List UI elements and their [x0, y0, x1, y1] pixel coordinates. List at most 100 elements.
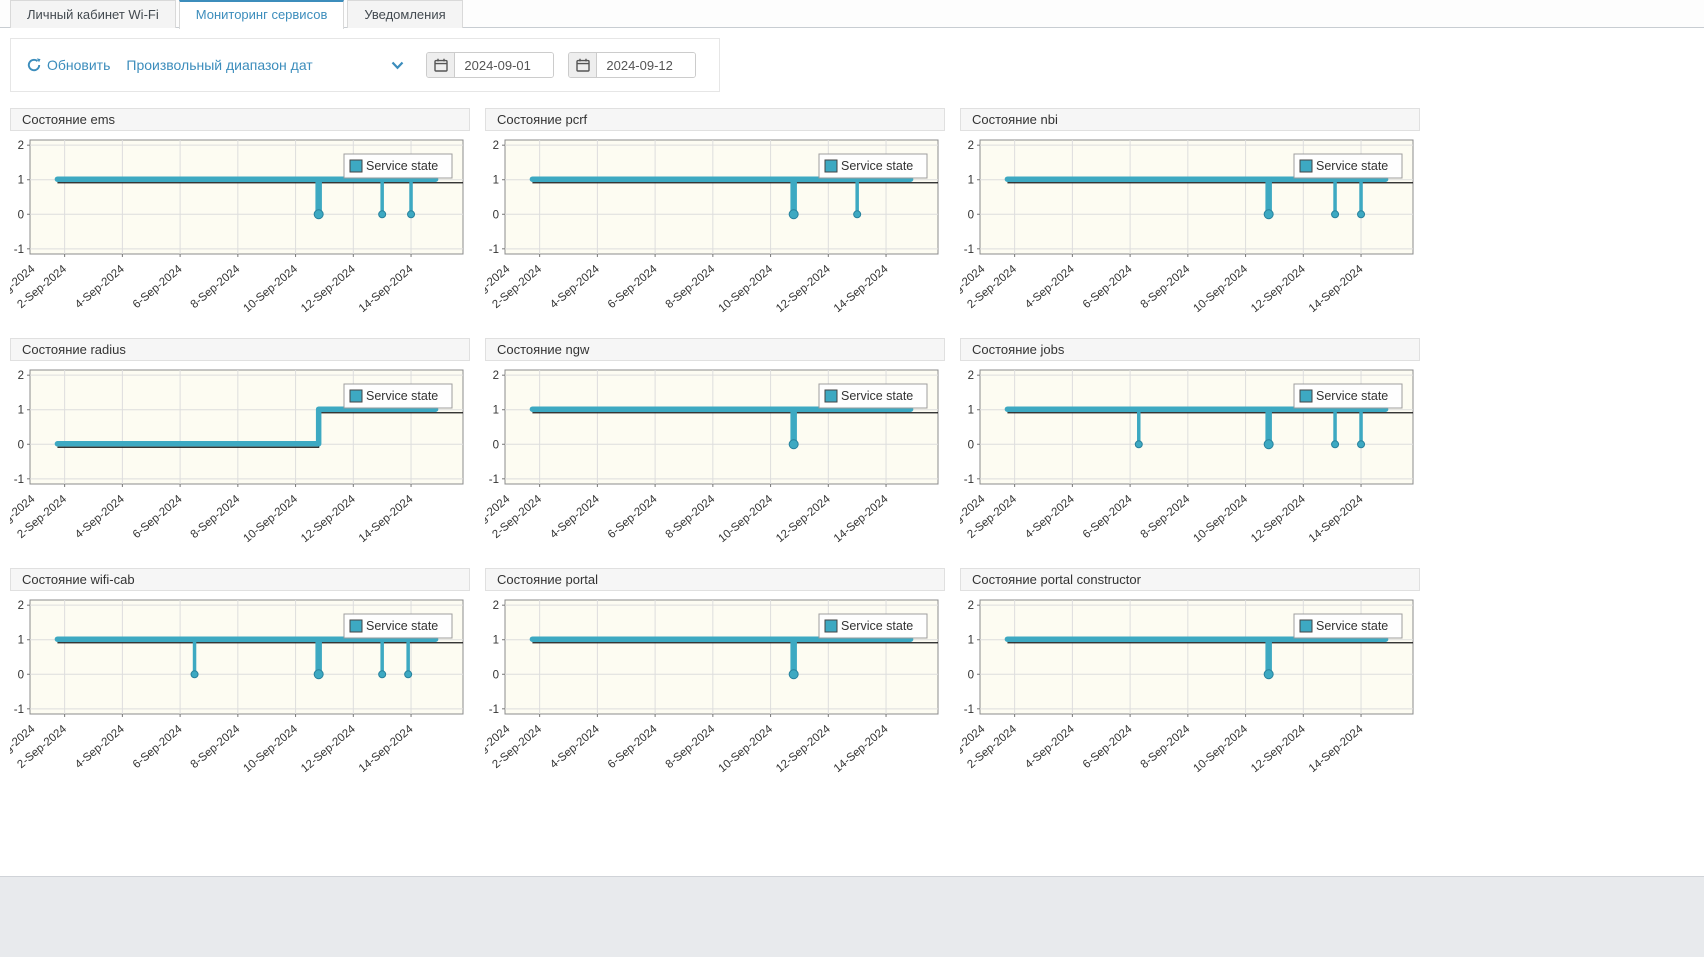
svg-text:0: 0 — [18, 209, 24, 221]
svg-text:10-Sep-2024: 10-Sep-2024 — [716, 723, 775, 775]
chart-title: Состояние radius — [10, 338, 470, 361]
calendar-icon[interactable] — [569, 53, 597, 77]
svg-text:8-Sep-2024: 8-Sep-2024 — [189, 723, 243, 771]
date-to-input[interactable] — [597, 53, 695, 77]
svg-text:8-Sep-2024: 8-Sep-2024 — [664, 723, 718, 771]
svg-text:6-Sep-2024: 6-Sep-2024 — [131, 723, 185, 771]
svg-text:0: 0 — [968, 439, 974, 451]
svg-text:2: 2 — [18, 600, 24, 612]
svg-text:2: 2 — [493, 600, 499, 612]
service-state-chart[interactable]: 210-131-Aug-20242-Sep-20244-Sep-20246-Se… — [485, 136, 945, 332]
chart-legend: Service state — [819, 614, 927, 638]
service-state-chart[interactable]: 210-131-Aug-20242-Sep-20244-Sep-20246-Se… — [485, 596, 945, 792]
svg-text:4-Sep-2024: 4-Sep-2024 — [73, 493, 127, 541]
chart-title: Состояние jobs — [960, 338, 1420, 361]
svg-text:12-Sep-2024: 12-Sep-2024 — [774, 493, 833, 545]
chart-panel-portal: Состояние portal210-131-Aug-20242-Sep-20… — [485, 568, 945, 792]
svg-text:0: 0 — [968, 209, 974, 221]
service-state-chart[interactable]: 210-131-Aug-20242-Sep-20244-Sep-20246-Se… — [10, 366, 470, 562]
svg-text:12-Sep-2024: 12-Sep-2024 — [299, 263, 358, 315]
svg-text:6-Sep-2024: 6-Sep-2024 — [1081, 263, 1135, 311]
service-state-chart[interactable]: 210-131-Aug-20242-Sep-20244-Sep-20246-Se… — [10, 136, 470, 332]
svg-text:14-Sep-2024: 14-Sep-2024 — [357, 493, 416, 545]
date-from-input[interactable] — [455, 53, 553, 77]
svg-text:14-Sep-2024: 14-Sep-2024 — [357, 723, 416, 775]
svg-text:10-Sep-2024: 10-Sep-2024 — [1191, 723, 1250, 775]
svg-text:-1: -1 — [14, 474, 24, 486]
legend-label: Service state — [1316, 389, 1388, 403]
service-state-chart[interactable]: 210-131-Aug-20242-Sep-20244-Sep-20246-Se… — [960, 366, 1420, 562]
svg-text:12-Sep-2024: 12-Sep-2024 — [774, 723, 833, 775]
svg-text:-1: -1 — [964, 704, 974, 716]
svg-text:8-Sep-2024: 8-Sep-2024 — [1139, 493, 1193, 541]
svg-text:-1: -1 — [964, 244, 974, 256]
svg-text:10-Sep-2024: 10-Sep-2024 — [241, 263, 300, 315]
chart-title: Состояние portal constructor — [960, 568, 1420, 591]
legend-label: Service state — [1316, 619, 1388, 633]
svg-text:0: 0 — [968, 669, 974, 681]
legend-label: Service state — [1316, 159, 1388, 173]
tab-wifi-cabinet[interactable]: Личный кабинет Wi-Fi — [10, 0, 176, 28]
tab-service-monitoring[interactable]: Мониторинг сервисов — [179, 0, 345, 29]
svg-text:8-Sep-2024: 8-Sep-2024 — [1139, 723, 1193, 771]
chevron-down-icon — [391, 61, 404, 70]
svg-text:14-Sep-2024: 14-Sep-2024 — [1307, 263, 1366, 315]
service-state-chart[interactable]: 210-131-Aug-20242-Sep-20244-Sep-20246-Se… — [960, 596, 1420, 792]
svg-text:1: 1 — [968, 635, 974, 647]
filter-toolbar: Обновить Произвольный диапазон дат — [10, 38, 720, 92]
service-state-chart[interactable]: 210-131-Aug-20242-Sep-20244-Sep-20246-Se… — [10, 596, 470, 792]
chart-legend: Service state — [1294, 154, 1402, 178]
svg-text:1: 1 — [968, 405, 974, 417]
refresh-button[interactable]: Обновить — [27, 57, 110, 73]
main-content: Обновить Произвольный диапазон дат — [0, 28, 1704, 877]
chart-legend: Service state — [819, 384, 927, 408]
refresh-icon — [27, 58, 41, 72]
chart-legend: Service state — [344, 614, 452, 638]
calendar-icon[interactable] — [427, 53, 455, 77]
legend-label: Service state — [841, 389, 913, 403]
chart-panel-ems: Состояние ems210-131-Aug-20242-Sep-20244… — [10, 108, 470, 332]
svg-text:8-Sep-2024: 8-Sep-2024 — [189, 493, 243, 541]
service-state-chart[interactable]: 210-131-Aug-20242-Sep-20244-Sep-20246-Se… — [485, 366, 945, 562]
svg-text:4-Sep-2024: 4-Sep-2024 — [548, 723, 602, 771]
svg-text:6-Sep-2024: 6-Sep-2024 — [606, 493, 660, 541]
svg-text:-1: -1 — [489, 474, 499, 486]
svg-text:1: 1 — [493, 635, 499, 647]
svg-text:6-Sep-2024: 6-Sep-2024 — [1081, 723, 1135, 771]
legend-label: Service state — [366, 159, 438, 173]
svg-text:0: 0 — [493, 209, 499, 221]
date-range-select[interactable]: Произвольный диапазон дат — [126, 57, 404, 73]
svg-text:14-Sep-2024: 14-Sep-2024 — [832, 263, 891, 315]
svg-text:6-Sep-2024: 6-Sep-2024 — [131, 493, 185, 541]
svg-text:-1: -1 — [964, 474, 974, 486]
service-state-chart[interactable]: 210-131-Aug-20242-Sep-20244-Sep-20246-Se… — [960, 136, 1420, 332]
chart-title: Состояние nbi — [960, 108, 1420, 131]
svg-text:14-Sep-2024: 14-Sep-2024 — [832, 723, 891, 775]
svg-text:10-Sep-2024: 10-Sep-2024 — [1191, 263, 1250, 315]
svg-text:4-Sep-2024: 4-Sep-2024 — [548, 493, 602, 541]
svg-text:14-Sep-2024: 14-Sep-2024 — [1307, 493, 1366, 545]
svg-text:2: 2 — [968, 140, 974, 152]
svg-text:12-Sep-2024: 12-Sep-2024 — [299, 723, 358, 775]
svg-text:12-Sep-2024: 12-Sep-2024 — [1249, 263, 1308, 315]
chart-panel-portal-constructor: Состояние portal constructor210-131-Aug-… — [960, 568, 1420, 792]
chart-panel-ngw: Состояние ngw210-131-Aug-20242-Sep-20244… — [485, 338, 945, 562]
svg-text:14-Sep-2024: 14-Sep-2024 — [832, 493, 891, 545]
svg-text:-1: -1 — [489, 704, 499, 716]
svg-text:4-Sep-2024: 4-Sep-2024 — [1023, 493, 1077, 541]
svg-text:12-Sep-2024: 12-Sep-2024 — [774, 263, 833, 315]
svg-text:6-Sep-2024: 6-Sep-2024 — [131, 263, 185, 311]
chart-panel-nbi: Состояние nbi210-131-Aug-20242-Sep-20244… — [960, 108, 1420, 332]
footer-strip — [0, 877, 1704, 956]
tab-notifications[interactable]: Уведомления — [347, 0, 462, 28]
chart-legend: Service state — [344, 384, 452, 408]
svg-text:14-Sep-2024: 14-Sep-2024 — [357, 263, 416, 315]
svg-text:8-Sep-2024: 8-Sep-2024 — [664, 493, 718, 541]
chart-legend: Service state — [1294, 614, 1402, 638]
svg-text:10-Sep-2024: 10-Sep-2024 — [1191, 493, 1250, 545]
svg-text:-1: -1 — [489, 244, 499, 256]
legend-label: Service state — [366, 619, 438, 633]
svg-text:1: 1 — [18, 405, 24, 417]
svg-text:4-Sep-2024: 4-Sep-2024 — [1023, 723, 1077, 771]
svg-text:6-Sep-2024: 6-Sep-2024 — [606, 723, 660, 771]
